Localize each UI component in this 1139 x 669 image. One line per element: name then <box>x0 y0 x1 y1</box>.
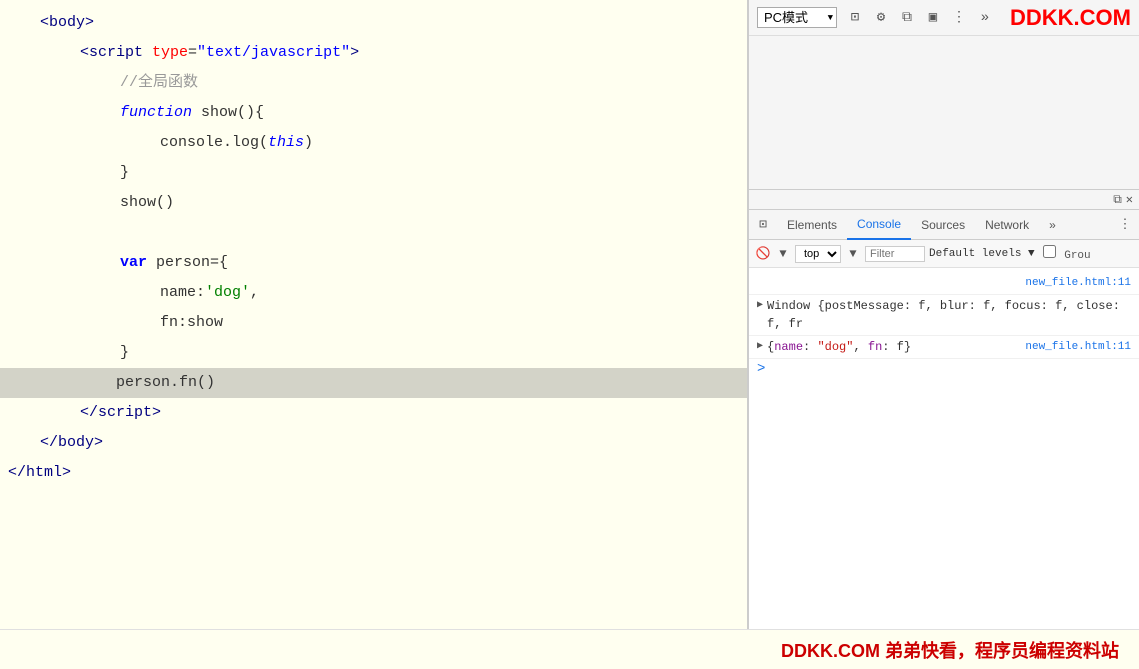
group-checkbox[interactable] <box>1043 245 1056 258</box>
code-line-console-log: console.log(this) <box>0 128 747 158</box>
code-line-close-func: } <box>0 158 747 188</box>
code-line-body-open: <body> <box>0 8 747 38</box>
code-line-script-open: <script type="text/javascript"> <box>0 38 747 68</box>
code-line-name: name:'dog', <box>0 278 747 308</box>
triangle-icon-1[interactable]: ▶ <box>757 297 763 315</box>
context-arrow-icon[interactable]: ▼ <box>845 246 861 262</box>
code-text: <body> <box>40 8 94 38</box>
settings-icon[interactable]: ⚙ <box>871 8 891 28</box>
devtools-tabs-area: ⧉ ✕ ⊡ Elements Console Sources Network <box>749 190 1139 629</box>
context-selector[interactable]: top <box>795 245 841 263</box>
code-line-show-call: show() <box>0 188 747 218</box>
code-line-empty <box>0 218 747 248</box>
console-caret: > <box>749 359 1139 379</box>
devtools-topbar: PC模式 ⊡ ⚙ ⧉ ▣ ⋮ » DDKK.COM <box>749 0 1139 190</box>
code-line-function: function show(){ <box>0 98 747 128</box>
more-icon[interactable]: ⋮ <box>949 8 969 28</box>
expand-icon[interactable]: ⧉ <box>897 8 917 28</box>
filter-input[interactable] <box>865 246 925 262</box>
tab-sources[interactable]: Sources <box>911 210 975 240</box>
resize-icon[interactable]: ⧉ <box>1113 193 1122 207</box>
code-line-body-close: </body> <box>0 428 747 458</box>
triangle-icon-2[interactable]: ▶ <box>757 338 763 356</box>
ddkk-logo: DDKK.COM <box>1010 5 1131 31</box>
clear-console-icon[interactable]: 🚫 <box>755 246 771 262</box>
console-output: new_file.html:11 ▶ Window {postMessage: … <box>749 268 1139 629</box>
tab-elements[interactable]: Elements <box>777 210 847 240</box>
console-filter-icon[interactable]: ▼ <box>775 246 791 262</box>
console-row-3-text: {name: "dog", fn: f} <box>767 338 911 356</box>
chevron-right-icon[interactable]: » <box>975 8 995 28</box>
code-text: //全局函数 <box>120 68 198 98</box>
code-line-script-close: </script> <box>0 398 747 428</box>
pc-mode-wrapper[interactable]: PC模式 <box>757 7 837 28</box>
close-devtools-icon[interactable]: ✕ <box>1126 192 1133 207</box>
default-levels-label[interactable]: Default levels ▼ <box>929 248 1035 260</box>
tab-console[interactable]: Console <box>847 210 911 240</box>
devtools-menu-icon[interactable]: ⋮ <box>1115 215 1135 235</box>
code-line-comment: //全局函数 <box>0 68 747 98</box>
console-row-1-text <box>757 274 764 292</box>
console-row-2-text: Window {postMessage: f, blur: f, focus: … <box>767 297 1131 333</box>
code-line-fn: fn:show <box>0 308 747 338</box>
code-panel: <body> <script type="text/javascript"> /… <box>0 0 748 629</box>
tab-more[interactable]: » <box>1039 210 1066 240</box>
devtools-panel: PC模式 ⊡ ⚙ ⧉ ▣ ⋮ » DDKK.COM ⧉ <box>748 0 1139 629</box>
group-checkbox-label: Grou <box>1043 245 1091 262</box>
inspect-icon[interactable]: ⊡ <box>753 215 773 235</box>
code-content: <body> <script type="text/javascript"> /… <box>0 0 747 496</box>
tab-network[interactable]: Network <box>975 210 1039 240</box>
code-text: function <box>120 98 192 128</box>
console-toolbar: 🚫 ▼ top ▼ Default levels ▼ Grou <box>749 240 1139 268</box>
device-toggle-icon[interactable]: ⊡ <box>845 8 865 28</box>
topbar-icons: ⊡ ⚙ ⧉ ▣ ⋮ » <box>845 8 995 28</box>
code-line-close-obj: } <box>0 338 747 368</box>
console-row-3-link[interactable]: new_file.html:11 <box>1025 338 1131 356</box>
console-row-3: ▶ {name: "dog", fn: f} new_file.html:11 <box>749 336 1139 359</box>
console-row-2: ▶ Window {postMessage: f, blur: f, focus… <box>749 295 1139 336</box>
pc-mode-bar: PC模式 ⊡ ⚙ ⧉ ▣ ⋮ » DDKK.COM <box>749 0 1139 36</box>
watermark-text: DDKK.COM 弟弟快看，程序员编程资料站 <box>781 637 1119 663</box>
code-line-html-close: </html> <box>0 458 747 488</box>
devtools-tabs: ⊡ Elements Console Sources Network » ⋮ <box>749 210 1139 240</box>
dock-icon[interactable]: ▣ <box>923 8 943 28</box>
devtools-resize-bar: ⧉ ✕ <box>749 190 1139 210</box>
code-line-var-person: var person={ <box>0 248 747 278</box>
watermark-bar: DDKK.COM 弟弟快看，程序员编程资料站 <box>0 629 1139 669</box>
console-row-1-link[interactable]: new_file.html:11 <box>1025 274 1131 292</box>
code-line-person-fn: person.fn() <box>0 368 747 398</box>
console-row-1: new_file.html:11 <box>749 272 1139 295</box>
pc-mode-select[interactable]: PC模式 <box>757 7 837 28</box>
ddkk-logo-text: DDKK.COM <box>1010 5 1131 30</box>
main-container: <body> <script type="text/javascript"> /… <box>0 0 1139 629</box>
